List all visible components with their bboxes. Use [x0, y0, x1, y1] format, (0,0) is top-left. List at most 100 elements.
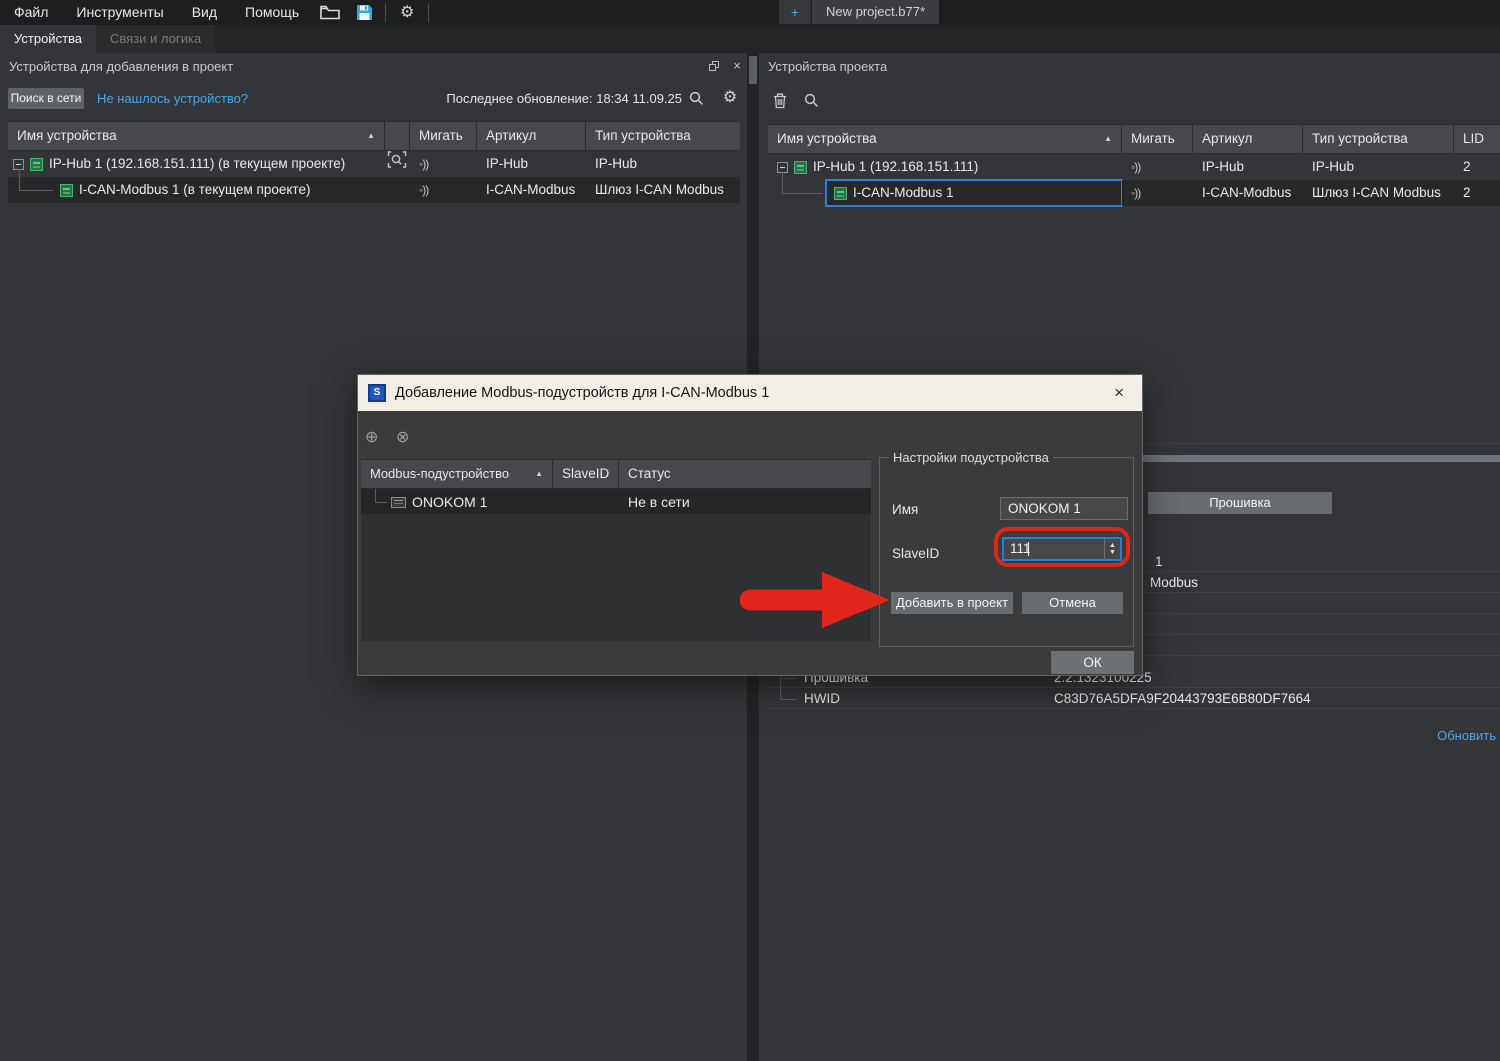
table-row[interactable]: IP-Hub 1 (192.168.151.111) (в текущем пр… [8, 151, 740, 177]
table-row[interactable]: I-CAN-Modbus 1 (в текущем проекте) ◦)) I… [8, 177, 740, 203]
collapse-expander-icon[interactable] [777, 162, 788, 173]
column-status[interactable]: Статус [619, 460, 871, 488]
project-tab[interactable]: New project.b77* [812, 0, 939, 24]
add-subdevice-icon[interactable]: ⊕ [365, 427, 378, 447]
column-blink[interactable]: Мигать [1122, 125, 1193, 153]
dialog-titlebar[interactable]: S Добавление Modbus-подустройств для I-C… [358, 375, 1142, 411]
articul-cell: I-CAN-Modbus [1193, 180, 1303, 206]
column-articul[interactable]: Артикул [1193, 125, 1303, 153]
close-panel-icon[interactable]: × [733, 61, 741, 71]
tree-connector [780, 699, 796, 700]
column-type[interactable]: Тип устройства [586, 122, 740, 150]
close-icon[interactable]: × [1106, 383, 1132, 403]
column-blink[interactable]: Мигать [410, 122, 477, 150]
device-icon [834, 187, 847, 200]
float-panel-icon[interactable] [709, 61, 719, 71]
menu-help[interactable]: Помощь [231, 0, 313, 25]
right-toolbar [773, 93, 819, 112]
gear-icon[interactable]: ⚙ [721, 89, 739, 107]
project-tab-bar: + New project.b77* [779, 0, 939, 25]
column-lid[interactable]: LID [1454, 125, 1500, 153]
name-field[interactable]: ONOKOM 1 [1000, 497, 1128, 520]
blink-cell[interactable]: ◦)) [1122, 180, 1193, 206]
panel-window-icons: × [709, 61, 741, 71]
subdevice-name: ONOKOM 1 [412, 489, 487, 515]
collapse-expander-icon[interactable] [13, 159, 24, 170]
tree-connector [375, 489, 376, 502]
subdevice-row[interactable]: ONOKOM 1 Не в сети [361, 489, 871, 514]
scan-cell [385, 177, 410, 203]
blink-cell[interactable]: ◦)) [1122, 154, 1193, 180]
table-row[interactable]: IP-Hub 1 (192.168.151.111) ◦)) IP-Hub IP… [768, 154, 1500, 180]
open-folder-icon[interactable] [313, 0, 347, 25]
tab-devices[interactable]: Устройства [0, 25, 96, 53]
type-cell: IP-Hub [586, 151, 740, 177]
ok-button[interactable]: ОК [1051, 651, 1134, 674]
column-type[interactable]: Тип устройства [1303, 125, 1454, 153]
blink-icon: ◦)) [1131, 160, 1140, 174]
search-icon[interactable] [804, 93, 819, 112]
left-toolbar: Поиск в сети Не нашлось устройство? Посл… [0, 86, 747, 112]
cancel-button[interactable]: Отмена [1022, 592, 1123, 614]
last-update-label: Последнее обновление: 18:34 11.09.25 [446, 91, 682, 106]
app-icon: S [368, 384, 386, 402]
menu-file[interactable]: Файл [0, 0, 62, 25]
tree-connector [782, 193, 822, 194]
device-name: I-CAN-Modbus 1 [853, 180, 954, 206]
refresh-link[interactable]: Обновить [1437, 728, 1496, 743]
save-icon[interactable] [347, 0, 381, 25]
status-cell: Не в сети [619, 489, 871, 515]
menu-separator [385, 3, 386, 22]
device-name-cell[interactable]: IP-Hub 1 (192.168.151.111) (в текущем пр… [8, 151, 385, 177]
device-name-cell[interactable]: IP-Hub 1 (192.168.151.111) [768, 154, 1122, 180]
blink-icon: ◦)) [419, 157, 428, 171]
search-network-button[interactable]: Поиск в сети [8, 88, 84, 109]
column-subdevice[interactable]: Modbus-подустройство▲ [361, 460, 553, 488]
property-row-hwid[interactable]: HWID C83D76A5DFA9F20443793E6B80DF7664 [768, 688, 1500, 709]
articul-cell: IP-Hub [1193, 154, 1303, 180]
search-icon[interactable] [687, 89, 705, 107]
type-cell: Шлюз I-CAN Modbus [586, 177, 740, 203]
column-name[interactable]: Имя устройства▲ [768, 125, 1122, 153]
tab-links-logic[interactable]: Связи и логика [96, 25, 215, 53]
menu-view[interactable]: Вид [178, 0, 231, 25]
tree-connector [780, 678, 796, 679]
trash-icon[interactable] [773, 93, 787, 112]
firmware-button[interactable]: Прошивка [1148, 492, 1332, 514]
column-label: Имя устройства [17, 128, 117, 143]
lid-cell: 2 [1454, 154, 1500, 180]
splitter-handle[interactable] [749, 56, 757, 84]
column-empty[interactable] [385, 122, 410, 150]
scan-icon [387, 151, 407, 168]
add-to-project-button[interactable]: Добавить в проект [891, 592, 1013, 614]
blink-icon: ◦)) [419, 183, 428, 197]
device-name-cell[interactable]: I-CAN-Modbus 1 (в текущем проекте) [8, 177, 385, 203]
menu-tools[interactable]: Инструменты [62, 0, 177, 25]
name-label: Имя [892, 502, 918, 517]
new-project-tab-button[interactable]: + [779, 0, 812, 24]
column-slaveid[interactable]: SlaveID [553, 460, 619, 488]
tree-connector [19, 190, 53, 191]
column-articul[interactable]: Артикул [477, 122, 586, 150]
remove-subdevice-icon[interactable]: ⊗ [396, 427, 409, 447]
blink-cell[interactable]: ◦)) [410, 151, 477, 177]
subdevice-name-cell[interactable]: ONOKOM 1 [361, 489, 553, 515]
blink-cell[interactable]: ◦)) [410, 177, 477, 203]
table-row selected[interactable]: I-CAN-Modbus 1 ◦)) I-CAN-Modbus Шлюз I-C… [768, 180, 1500, 206]
details-splitter[interactable] [1143, 455, 1500, 462]
project-devices-table: Имя устройства▲ Мигать Артикул Тип устро… [768, 124, 1500, 206]
type-cell: Шлюз I-CAN Modbus [1303, 180, 1454, 206]
device-icon [60, 184, 73, 197]
view-tab-bar: Устройства Связи и логика [0, 25, 1500, 53]
settings-gear-icon[interactable]: ⚙ [390, 0, 424, 25]
column-name[interactable]: Имя устройства▲ [8, 122, 385, 150]
column-label: Имя устройства [777, 131, 877, 146]
tree-connector [375, 502, 387, 503]
menu-bar: Файл Инструменты Вид Помощь ⚙ [0, 0, 1500, 25]
scan-cell[interactable] [385, 151, 410, 177]
articul-cell: I-CAN-Modbus [477, 177, 586, 203]
device-not-found-link[interactable]: Не нашлось устройство? [97, 91, 248, 106]
table-header: Имя устройства▲ Мигать Артикул Тип устро… [768, 124, 1500, 154]
device-name-cell-selected[interactable]: I-CAN-Modbus 1 [826, 180, 1122, 206]
table-header: Modbus-подустройство▲ SlaveID Статус [361, 459, 871, 489]
